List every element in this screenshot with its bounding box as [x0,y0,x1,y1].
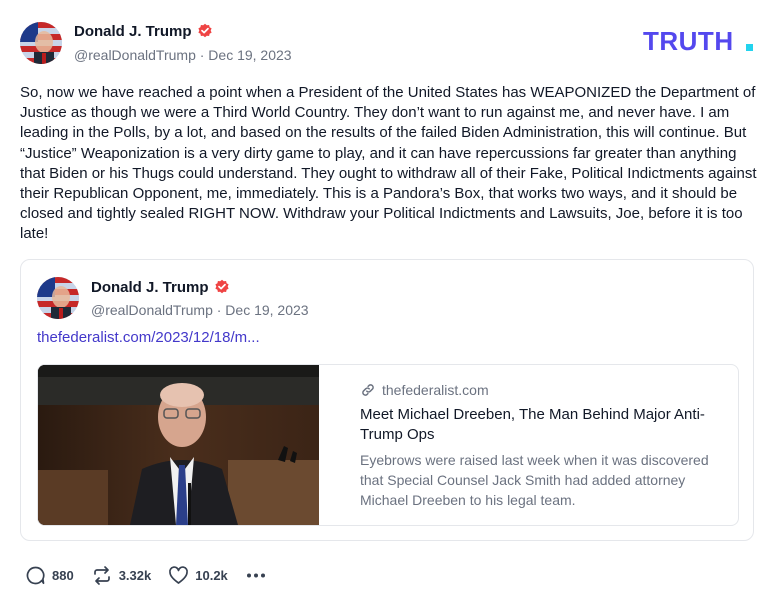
heart-icon [169,565,189,584]
truth-post: Donald J. Trump @realDonaldTrump · Dec 1… [0,0,777,605]
quoted-author-name[interactable]: Donald J. Trump [91,279,230,299]
quoted-author-handle-date[interactable]: @realDonaldTrump · Dec 19, 2023 [91,302,309,318]
verified-badge-icon [197,23,213,43]
author-name-text[interactable]: Donald J. Trump [74,23,192,40]
retruth-icon [93,565,110,585]
reply-button[interactable]: 880 [25,565,74,586]
quoted-link[interactable]: thefederalist.com/2023/12/18/m... [37,329,260,346]
reply-icon [26,566,45,584]
logo-dot [746,44,753,51]
like-button[interactable]: 10.2k [168,565,228,586]
like-count: 10.2k [195,567,228,583]
card-domain: thefederalist.com [360,382,489,398]
reply-count: 880 [52,567,74,583]
post-text: So, now we have reached a point when a P… [20,84,757,243]
logo-text: TRUTH [643,28,734,54]
link-icon [362,384,374,396]
author-avatar[interactable] [20,22,62,64]
quoted-author-avatar[interactable] [37,277,79,319]
more-icon [246,573,265,577]
link-preview-image [38,365,319,525]
card-title[interactable]: Meet Michael Dreeben, The Man Behind Maj… [360,405,720,445]
link-preview-card[interactable]: thefederalist.com Meet Michael Dreeben, … [37,364,739,526]
action-bar: 880 3.32k 10.2k [25,564,267,586]
author-name[interactable]: Donald J. Trump [74,23,213,43]
author-handle-date[interactable]: @realDonaldTrump · Dec 19, 2023 [74,47,292,63]
card-description: Eyebrows were raised last week when it w… [360,452,709,508]
retruth-button[interactable]: 3.32k [91,565,152,586]
truth-logo[interactable]: TRUTH [643,26,757,59]
more-button[interactable] [245,565,267,586]
quoted-author-name-text[interactable]: Donald J. Trump [91,279,209,296]
card-domain-text: thefederalist.com [382,382,489,398]
retruth-count: 3.32k [118,567,152,583]
verified-badge-icon [214,279,230,299]
